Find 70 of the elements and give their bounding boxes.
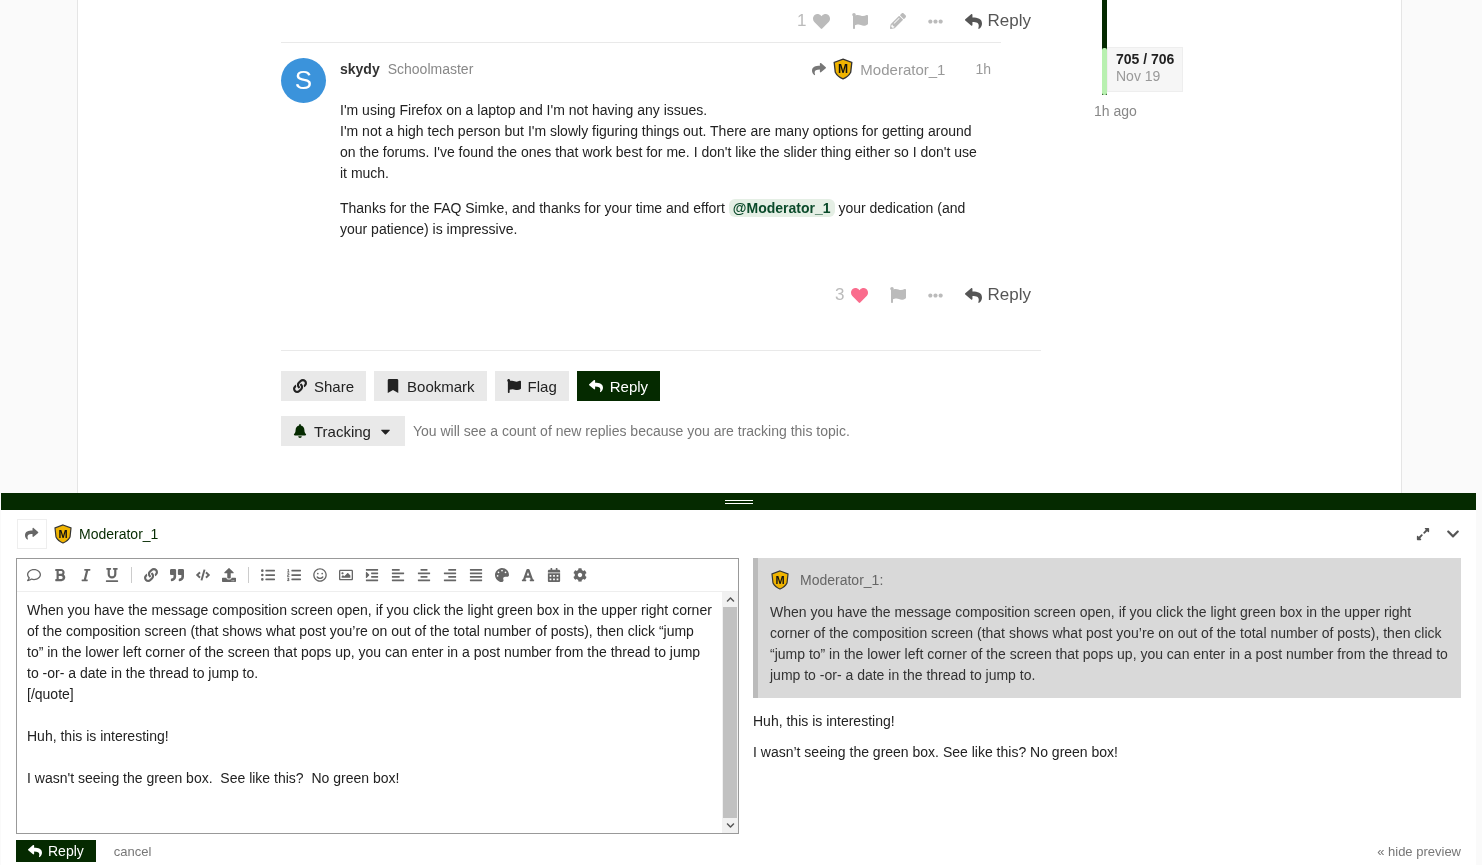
reply-icon <box>28 844 42 858</box>
bold-icon[interactable] <box>53 568 67 582</box>
like-count: 1 <box>797 11 807 31</box>
timeline-time: 1h ago <box>1094 103 1138 119</box>
preview-paragraph: I wasn’t seeing the green box. See like this? No green box! <box>753 744 1119 760</box>
code-icon[interactable] <box>196 568 210 582</box>
flag-icon <box>851 13 868 29</box>
pencil-icon <box>889 13 906 29</box>
tracking-description: You will see a count of new replies because you are tracking this topic. <box>412 423 850 439</box>
font-icon[interactable] <box>521 568 535 582</box>
bell-icon <box>293 424 307 438</box>
timeline-handle[interactable] <box>1102 47 1107 95</box>
align-left-icon[interactable] <box>391 568 405 582</box>
quote-author: Moderator_1: <box>800 572 884 588</box>
preview-paragraph: Huh, this is interesting! <box>753 713 896 729</box>
hide-preview-link[interactable]: « hide preview <box>1377 843 1461 859</box>
scroll-down-icon[interactable] <box>725 821 735 830</box>
bookmark-icon <box>386 379 401 393</box>
quote-icon[interactable] <box>170 568 184 582</box>
reply-button[interactable]: Reply <box>576 371 661 401</box>
grip-icon[interactable] <box>724 499 753 504</box>
bullet-list-icon[interactable] <box>261 568 275 582</box>
reply-icon <box>964 286 982 304</box>
scrollbar[interactable] <box>722 592 738 833</box>
fullscreen-icon[interactable] <box>1416 527 1430 541</box>
reply-to-user[interactable]: Moderator_1 <box>79 526 159 542</box>
flag-button[interactable]: Flag <box>494 371 569 401</box>
numbered-list-icon[interactable] <box>287 568 301 582</box>
reply-arrow-icon <box>812 62 827 76</box>
image-icon[interactable] <box>339 568 353 582</box>
share-button[interactable]: Share <box>281 371 367 401</box>
bookmark-button[interactable]: Bookmark <box>374 371 487 401</box>
speech-bubble-icon[interactable] <box>27 568 41 582</box>
smiley-icon[interactable] <box>313 568 327 582</box>
user-mention[interactable]: @Moderator_1 <box>728 199 835 217</box>
link-icon[interactable] <box>144 568 158 582</box>
timeline-position-box[interactable]: 705 / 706 Nov 19 <box>1107 47 1184 92</box>
post-paragraph: I'm using Firefox on a laptop and I'm not having any issues. I'm not a high tech person but I'm slowly figuring things out. There are many options for getting around on the forums. I've found the ones that work best for me. I don't like the slider thing either so I don't use it much. <box>340 101 978 183</box>
timeline-track[interactable] <box>1102 0 1107 95</box>
submit-reply-button[interactable]: Reply <box>16 840 96 862</box>
reply-button[interactable]: Reply <box>964 285 1031 305</box>
moderator-badge-icon: M <box>53 524 73 544</box>
tracking-dropdown[interactable]: Tracking <box>281 416 405 446</box>
reply-arrow-icon <box>25 527 39 541</box>
indent-icon[interactable] <box>365 568 379 582</box>
quote-text: When you have the message composition screen open, if you click the light green box in the upper right corner of the composition screen (that shows what post you’re on out of the total number of posts), then click “jump to” in the lower left corner of the screen that pops up, you can enter in a post number from the thread to jump to -or- a date in the thread to jump to. <box>770 603 1449 685</box>
palette-icon[interactable] <box>495 568 509 582</box>
reply-type-button[interactable] <box>17 519 47 549</box>
link-icon <box>293 379 307 393</box>
upload-icon[interactable] <box>222 568 236 582</box>
reply-icon <box>588 379 603 393</box>
user-title: Schoolmaster <box>387 61 474 77</box>
reply-button[interactable]: Reply <box>964 11 1031 31</box>
reply-icon <box>964 12 982 30</box>
underline-icon[interactable] <box>105 568 119 582</box>
align-justify-icon[interactable] <box>469 568 483 582</box>
flag-icon <box>889 287 906 303</box>
username[interactable]: skydy <box>340 61 380 77</box>
scroll-up-icon[interactable] <box>725 595 735 604</box>
post-paragraph: Thanks for the FAQ Simke, and thanks for your time and effort @Moderator_1 your dedication (and your patience) is impressive. <box>340 198 967 239</box>
moderator-badge-icon: M <box>832 58 855 80</box>
cancel-link[interactable]: cancel <box>113 843 152 859</box>
flag-icon <box>506 379 521 393</box>
italic-icon[interactable] <box>79 568 93 582</box>
settings-icon[interactable] <box>573 568 587 582</box>
calendar-icon[interactable] <box>547 568 561 582</box>
align-center-icon[interactable] <box>417 568 431 582</box>
align-right-icon[interactable] <box>443 568 457 582</box>
like-count: 3 <box>835 285 845 305</box>
moderator-badge-icon: M <box>770 570 790 590</box>
